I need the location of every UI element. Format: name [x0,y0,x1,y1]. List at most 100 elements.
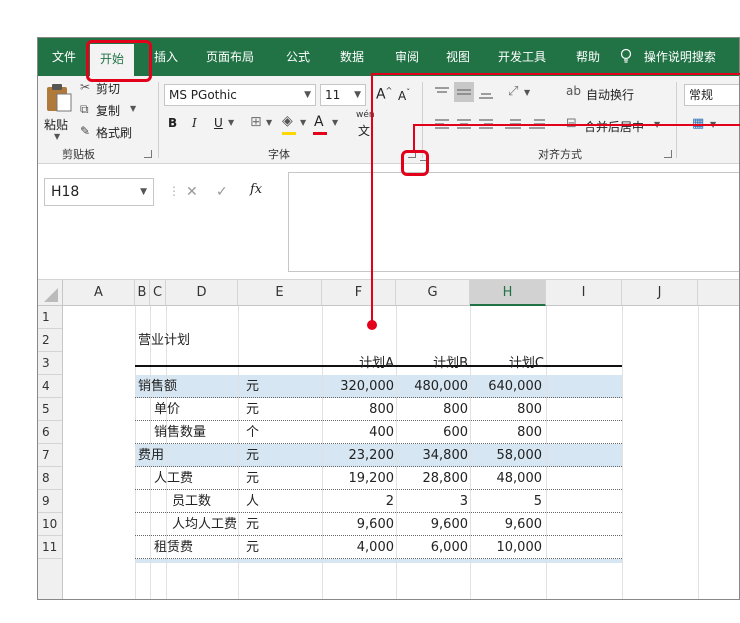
row-label-sales[interactable]: 销售额 [138,375,177,398]
row-header-3[interactable]: 3 [38,352,63,375]
unit-cell[interactable]: 人 [246,490,259,513]
column-header-a[interactable]: A [63,280,135,306]
wrap-text-button[interactable]: 自动换行 [586,86,634,103]
header-plan-a[interactable]: 计划A [322,352,394,375]
value-cell[interactable]: 320,000 [322,375,394,398]
column-header-h[interactable]: H [470,280,546,306]
row-label-sales-qty[interactable]: 销售数量 [154,421,206,444]
row-label-unit-price[interactable]: 单价 [154,398,180,421]
row-header-11[interactable]: 11 [38,536,63,559]
value-cell[interactable]: 600 [396,421,468,444]
underline-button[interactable]: U [214,116,223,130]
orientation-chevron-icon[interactable]: ▼ [524,88,530,97]
column-header-c[interactable]: C [150,280,166,306]
merge-center-button[interactable]: 合并后居中 [584,118,644,135]
tab-insert[interactable]: 插入 [154,38,178,76]
row-header-10[interactable]: 10 [38,513,63,536]
clipboard-launcher-icon[interactable] [144,150,152,158]
insert-function-icon[interactable]: fx [250,182,262,197]
copy-chevron-icon[interactable]: ▼ [130,104,136,113]
unit-cell[interactable]: 元 [246,513,259,536]
shrink-font-icon[interactable]: Aˇ [398,88,410,103]
column-header-f[interactable]: F [322,280,396,306]
paste-dropdown-chevron-icon[interactable]: ▼ [54,132,60,141]
select-all-corner[interactable] [38,280,63,306]
tab-review[interactable]: 审阅 [395,38,419,76]
tab-data[interactable]: 数据 [340,38,364,76]
value-cell[interactable]: 9,600 [396,513,468,536]
value-cell[interactable]: 800 [396,398,468,421]
value-cell[interactable]: 9,600 [470,513,542,536]
font-color-chevron-icon[interactable]: ▼ [332,118,338,127]
cut-button[interactable]: ✂ 剪切 [80,80,128,98]
tab-view[interactable]: 视图 [446,38,470,76]
drag-handle-icon[interactable]: ⋮ [168,184,180,198]
font-color-button[interactable]: A [314,114,324,130]
underline-chevron-icon[interactable]: ▼ [228,118,234,127]
fill-chevron-icon[interactable]: ▼ [300,118,306,127]
align-top-icon[interactable] [434,86,450,100]
value-cell[interactable]: 28,800 [396,467,469,490]
row-header-7[interactable]: 7 [38,444,63,467]
fill-color-icon[interactable]: ◈ [282,113,293,129]
row-label-labor-cost[interactable]: 人工费 [154,467,193,490]
value-cell[interactable]: 480,000 [396,375,468,398]
tab-page-layout[interactable]: 页面布局 [206,38,254,76]
font-size-select[interactable]: 11 ▼ [320,84,366,106]
orientation-icon[interactable]: ⤢ [508,84,518,99]
unit-cell[interactable]: 个 [246,421,259,444]
align-middle-icon[interactable] [454,82,474,102]
value-cell[interactable]: 9,600 [322,513,394,536]
value-cell[interactable]: 58,000 [470,444,543,467]
row-header-6[interactable]: 6 [38,421,63,444]
value-cell[interactable]: 5 [470,490,542,513]
value-cell[interactable]: 48,000 [470,467,543,490]
tab-formulas[interactable]: 公式 [286,38,310,76]
column-header-d[interactable]: D [166,280,238,306]
wrap-text-icon[interactable]: ab [566,84,581,98]
cancel-entry-icon[interactable]: ✕ [186,184,198,200]
value-cell[interactable]: 2 [322,490,394,513]
value-cell[interactable]: 800 [322,398,394,421]
column-header-e[interactable]: E [238,280,322,306]
value-cell[interactable]: 34,800 [396,444,469,467]
header-plan-b[interactable]: 计划B [396,352,468,375]
row-header-12-partial[interactable] [38,559,63,599]
confirm-entry-icon[interactable]: ✓ [216,184,228,200]
tell-me-search[interactable]: 操作说明搜索 [620,38,716,76]
number-format-select[interactable]: 常规 [684,84,739,106]
name-box[interactable]: H18 ▼ [44,178,154,206]
sheet-title[interactable]: 营业计划 [138,329,190,352]
column-header-b[interactable]: B [135,280,150,306]
value-cell[interactable]: 6,000 [396,536,468,559]
value-cell[interactable]: 10,000 [470,536,543,559]
value-cell[interactable]: 800 [470,421,542,444]
row-header-2[interactable]: 2 [38,329,63,352]
row-header-9[interactable]: 9 [38,490,63,513]
borders-chevron-icon[interactable]: ▼ [266,118,272,127]
row-header-5[interactable]: 5 [38,398,63,421]
font-name-select[interactable]: MS PGothic ▼ [164,84,316,106]
value-cell[interactable]: 400 [322,421,394,444]
tab-developer[interactable]: 开发工具 [498,38,546,76]
row-label-rent[interactable]: 租赁费 [154,536,193,559]
unit-cell[interactable]: 元 [246,467,259,490]
row-header-1[interactable]: 1 [38,306,63,329]
bold-button[interactable]: B [168,116,177,130]
tab-help[interactable]: 帮助 [576,38,600,76]
row-header-4[interactable]: 4 [38,375,63,398]
column-header-j[interactable]: J [622,280,698,306]
value-cell[interactable]: 23,200 [322,444,395,467]
tab-file[interactable]: 文件 [52,38,76,76]
header-plan-c[interactable]: 计划C [470,352,544,375]
column-header-g[interactable]: G [396,280,470,306]
value-cell[interactable]: 19,200 [322,467,395,490]
row-label-labor-per-person[interactable]: 人均人工费 [172,513,246,536]
formula-input[interactable] [288,172,739,272]
column-header-i[interactable]: I [546,280,622,306]
format-painter-button[interactable]: ✎ 格式刷 [80,124,142,142]
row-header-8[interactable]: 8 [38,467,63,490]
grow-font-icon[interactable]: A^ [376,86,392,103]
unit-cell[interactable]: 元 [246,398,259,421]
value-cell[interactable]: 3 [396,490,468,513]
